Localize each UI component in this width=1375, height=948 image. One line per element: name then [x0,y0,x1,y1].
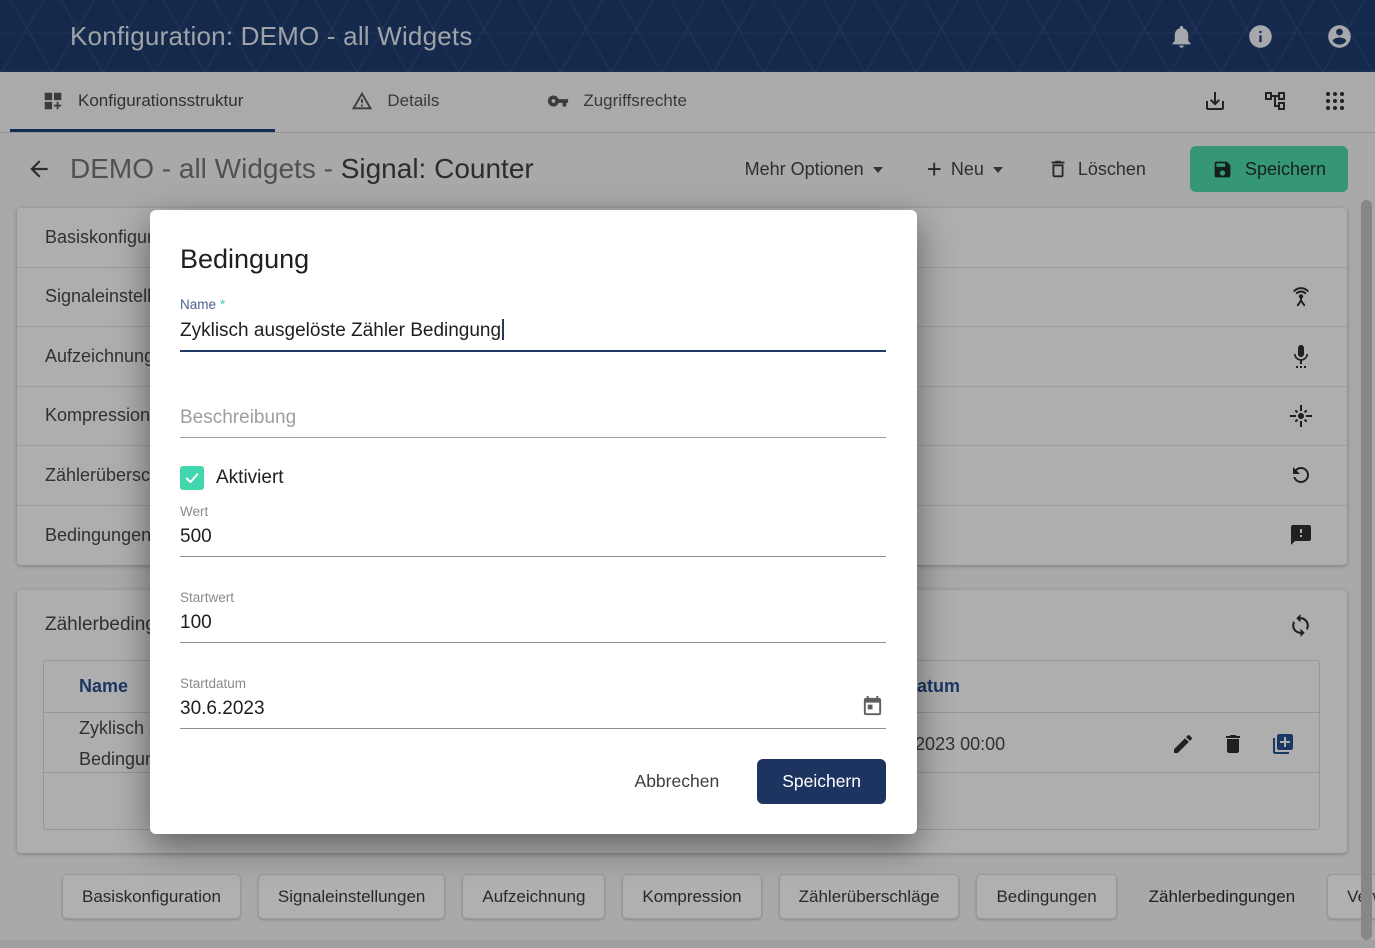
bedingung-dialog: Bedingung Name * Zyklisch ausgelöste Zähl… [150,210,917,834]
dialog-actions: Abbrechen Speichern [180,759,886,804]
dialog-save-label: Speichern [782,771,861,792]
startdatum-label: Startdatum [180,676,886,691]
startdatum-field[interactable]: Startdatum 30.6.2023 [180,676,886,729]
aktiviert-checkbox-row[interactable]: Aktiviert [180,466,886,490]
wert-label: Wert [180,504,886,519]
wert-input[interactable]: 500 [180,519,886,556]
cancel-button[interactable]: Abbrechen [635,771,720,792]
beschreibung-input[interactable]: Beschreibung [180,400,886,437]
app-window: Konfiguration: DEMO - all Widgets Konfig… [0,0,1375,948]
name-label-text: Name [180,297,216,312]
startdatum-input[interactable]: 30.6.2023 [180,691,886,728]
startwert-label: Startwert [180,590,886,605]
startwert-input[interactable]: 100 [180,605,886,642]
beschreibung-field[interactable]: Beschreibung [180,400,886,438]
dialog-title: Bedingung [180,244,886,275]
dialog-save-button[interactable]: Speichern [757,759,886,804]
aktiviert-label: Aktiviert [216,467,284,489]
text-cursor [502,319,504,340]
name-input-value: Zyklisch ausgelöste Zähler Bedingung [180,320,501,341]
required-marker: * [220,297,225,312]
wert-field[interactable]: Wert 500 [180,504,886,557]
startwert-field[interactable]: Startwert 100 [180,590,886,643]
checkbox-checked-icon[interactable] [180,466,204,490]
name-field[interactable]: Name * Zyklisch ausgelöste Zähler Bedingu… [180,297,886,352]
calendar-icon[interactable] [861,695,884,718]
name-label: Name * [180,297,886,312]
name-input[interactable]: Zyklisch ausgelöste Zähler Bedingung [180,312,886,350]
